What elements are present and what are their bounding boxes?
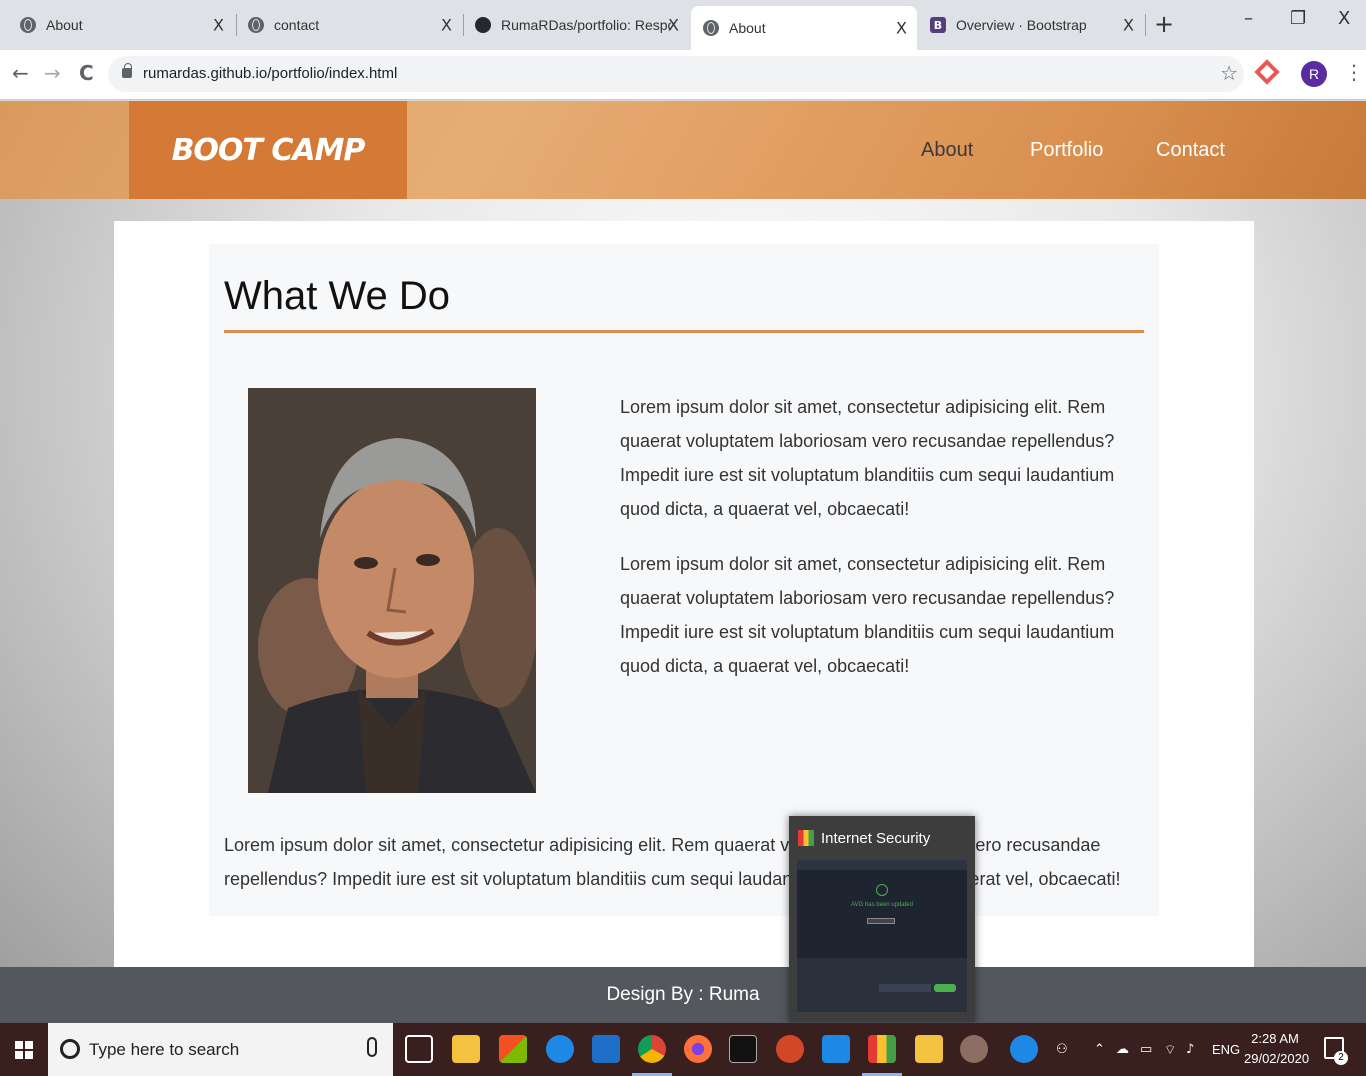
paragraph-1: Lorem ipsum dolor sit amet, consectetur … (620, 397, 1115, 519)
onedrive-icon[interactable]: ☁ (1116, 1042, 1129, 1057)
clock-time: 2:28 AM (1251, 1031, 1299, 1046)
firefox-icon[interactable] (684, 1035, 712, 1063)
tab-label: About (729, 20, 766, 36)
tab-label: contact (274, 17, 320, 33)
store-icon[interactable] (499, 1035, 527, 1063)
brand-text: BOOT CAMP (171, 132, 366, 168)
powerpoint-icon[interactable] (776, 1035, 804, 1063)
people-icon[interactable]: ⚇ (1056, 1042, 1068, 1057)
preview-status: AVG has been updated (851, 902, 913, 908)
tab-divider (1145, 14, 1146, 36)
footer-credit: Design By : Ruma (606, 984, 760, 1005)
nav-portfolio[interactable]: Portfolio (1030, 139, 1103, 162)
mail-icon[interactable] (592, 1035, 620, 1063)
tray-chevron-icon[interactable]: ⌃ (1094, 1042, 1105, 1057)
language-indicator[interactable]: ENG (1212, 1042, 1240, 1057)
tab-bootstrap[interactable]: B Overview · Bootstrap X (918, 6, 1144, 44)
tab-label: RumaRDas/portfolio: Responsi (501, 17, 671, 33)
close-tab-icon[interactable]: X (896, 19, 907, 38)
file-explorer-icon[interactable] (452, 1035, 480, 1063)
bookmark-star-icon[interactable]: ☆ (1220, 61, 1238, 85)
forward-button[interactable]: → (44, 61, 61, 85)
wifi-icon[interactable]: ⌔ (1164, 1042, 1176, 1058)
nav-contact[interactable]: Contact (1156, 139, 1225, 162)
battery-icon[interactable]: ▭ (1140, 1042, 1152, 1057)
volume-icon[interactable]: ♪ (1186, 1042, 1194, 1057)
address-bar[interactable]: rumardas.github.io/portfolio/index.html … (108, 56, 1244, 92)
nav-about[interactable]: About (921, 139, 973, 162)
paint-icon[interactable] (960, 1035, 988, 1063)
lock-icon (122, 63, 132, 78)
clock[interactable]: 2:28 AM 29/02/2020 (1244, 1029, 1310, 1069)
webpage: BOOT CAMP About Portfolio Contact What W… (0, 101, 1366, 1023)
content-container: What We Do Lorem ipsum dolor sit amet, c… (114, 221, 1254, 967)
check-icon (876, 884, 888, 896)
terminal-icon[interactable] (729, 1035, 757, 1063)
preview-field (879, 984, 931, 992)
windows-taskbar: Type here to search ⚇ ⌃ ☁ ▭ ⌔ ♪ ENG 2:28… (0, 1023, 1366, 1076)
bootstrap-icon: B (930, 17, 946, 33)
globe-icon (703, 20, 719, 36)
paragraph-3: Lorem ipsum dolor sit amet, consectetur … (224, 835, 1121, 889)
thumbnail-preview[interactable]: AVG has been updated (797, 860, 967, 1012)
close-window-button[interactable]: X (1338, 8, 1350, 29)
close-tab-icon[interactable]: X (213, 16, 224, 35)
menu-icon[interactable]: ⋮ (1344, 60, 1364, 84)
preview-titlebar (797, 860, 967, 870)
folder-icon[interactable] (915, 1035, 943, 1063)
tab-about-active[interactable]: About X (691, 6, 917, 50)
site-footer: Design By : Ruma (0, 967, 1366, 1023)
brand-logo[interactable]: BOOT CAMP (129, 101, 407, 199)
start-button[interactable] (0, 1023, 48, 1076)
taskbar-thumbnail-popup[interactable]: Internet Security AVG has been updated (789, 816, 975, 1022)
app-icon[interactable] (546, 1035, 574, 1063)
search-placeholder: Type here to search (89, 1040, 240, 1059)
restore-button[interactable]: ❐ (1290, 8, 1306, 29)
windows-logo-icon (15, 1040, 33, 1059)
new-tab-button[interactable]: + (1154, 10, 1174, 38)
cortana-icon (60, 1039, 80, 1059)
url-text: rumardas.github.io/portfolio/index.html (143, 65, 398, 82)
close-tab-icon[interactable]: X (441, 16, 452, 35)
close-tab-icon[interactable]: X (668, 16, 679, 35)
browser-tabstrip: About X contact X RumaRDas/portfolio: Re… (0, 0, 1366, 50)
tab-github[interactable]: RumaRDas/portfolio: Responsi X (463, 6, 689, 44)
preview-green-button (934, 984, 956, 992)
chrome-icon[interactable] (638, 1035, 666, 1063)
clock-date: 29/02/2020 (1244, 1051, 1310, 1066)
reload-button[interactable]: C (79, 61, 94, 85)
avg-taskbar-icon[interactable] (868, 1035, 896, 1063)
tab-contact[interactable]: contact X (236, 6, 462, 44)
close-tab-icon[interactable]: X (1123, 16, 1134, 35)
site-header: BOOT CAMP About Portfolio Contact (0, 101, 1366, 199)
tab-label: Overview · Bootstrap (956, 17, 1087, 33)
back-button[interactable]: ← (12, 61, 29, 85)
section-title: What We Do (224, 274, 450, 318)
preview-button (867, 918, 895, 924)
title-divider (224, 330, 1144, 333)
profile-avatar[interactable]: R (1301, 61, 1327, 87)
notification-badge: 2 (1334, 1051, 1348, 1065)
avg-icon (798, 830, 814, 846)
preview-footer (797, 958, 967, 1012)
portrait-photo (248, 388, 536, 793)
taskbar-search[interactable]: Type here to search (48, 1023, 393, 1076)
tab-label: About (46, 17, 83, 33)
github-icon (475, 17, 491, 33)
what-we-do-section: What We Do Lorem ipsum dolor sit amet, c… (209, 244, 1159, 916)
vscode-icon[interactable] (822, 1035, 850, 1063)
portrait-illustration (248, 388, 536, 793)
microphone-icon[interactable] (367, 1037, 377, 1057)
globe-icon (248, 17, 264, 33)
globe-icon (20, 17, 36, 33)
task-view-icon[interactable] (405, 1035, 433, 1063)
browser-toolbar: ← → C rumardas.github.io/portfolio/index… (0, 50, 1366, 100)
help-icon[interactable] (1010, 1035, 1038, 1063)
minimize-button[interactable]: – (1244, 8, 1253, 29)
paragraph-2: Lorem ipsum dolor sit amet, consectetur … (620, 554, 1115, 676)
thumbnail-title: Internet Security (821, 830, 931, 847)
tab-about-1[interactable]: About X (8, 6, 234, 44)
